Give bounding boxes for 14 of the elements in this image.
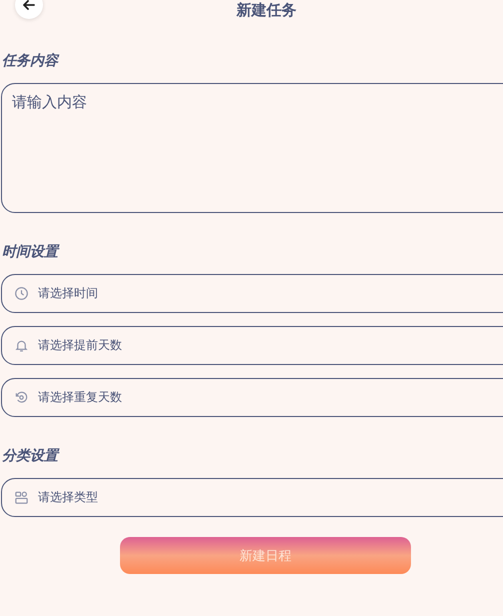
- section-label: 分类设置: [2, 447, 60, 466]
- history-icon: [14, 390, 29, 405]
- back-arrow-icon: [21, 0, 37, 13]
- clock-icon: [14, 286, 29, 301]
- select-field[interactable]: 请选择提前天数: [1, 326, 503, 365]
- select-field[interactable]: 请选择时间: [1, 274, 503, 313]
- content-field[interactable]: 请输入内容: [1, 83, 503, 213]
- section-label: 任务内容: [2, 52, 60, 71]
- select-field[interactable]: 请选择重复天数: [1, 378, 503, 417]
- section-label: 时间设置: [2, 243, 60, 262]
- category-icon: [14, 490, 29, 505]
- select-field[interactable]: 请选择类型: [1, 478, 503, 517]
- bell-icon: [14, 338, 29, 353]
- page-title: 新建任务: [236, 0, 296, 20]
